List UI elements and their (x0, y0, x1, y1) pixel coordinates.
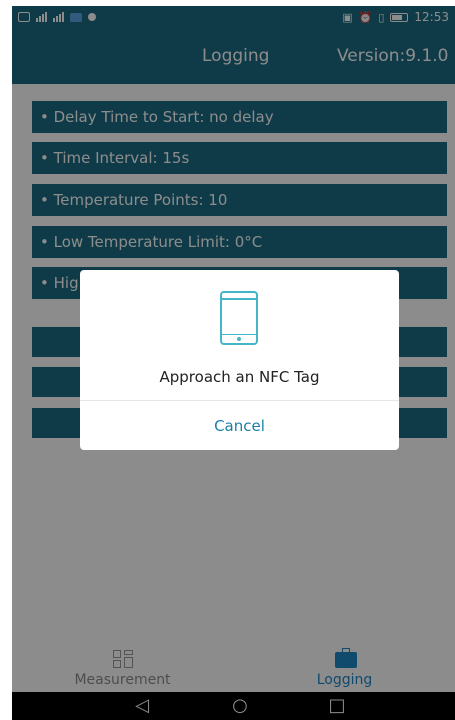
dialog-message: Approach an NFC Tag (159, 368, 320, 386)
cancel-button[interactable]: Cancel (80, 417, 399, 435)
phone-screen: ▣ ⏰ ▯ 12:53 Logging Version:9.1.0 • Dela… (12, 6, 455, 720)
nfc-dialog: Approach an NFC Tag Cancel (80, 270, 399, 450)
phone-icon (220, 291, 258, 345)
dialog-divider (80, 400, 399, 401)
